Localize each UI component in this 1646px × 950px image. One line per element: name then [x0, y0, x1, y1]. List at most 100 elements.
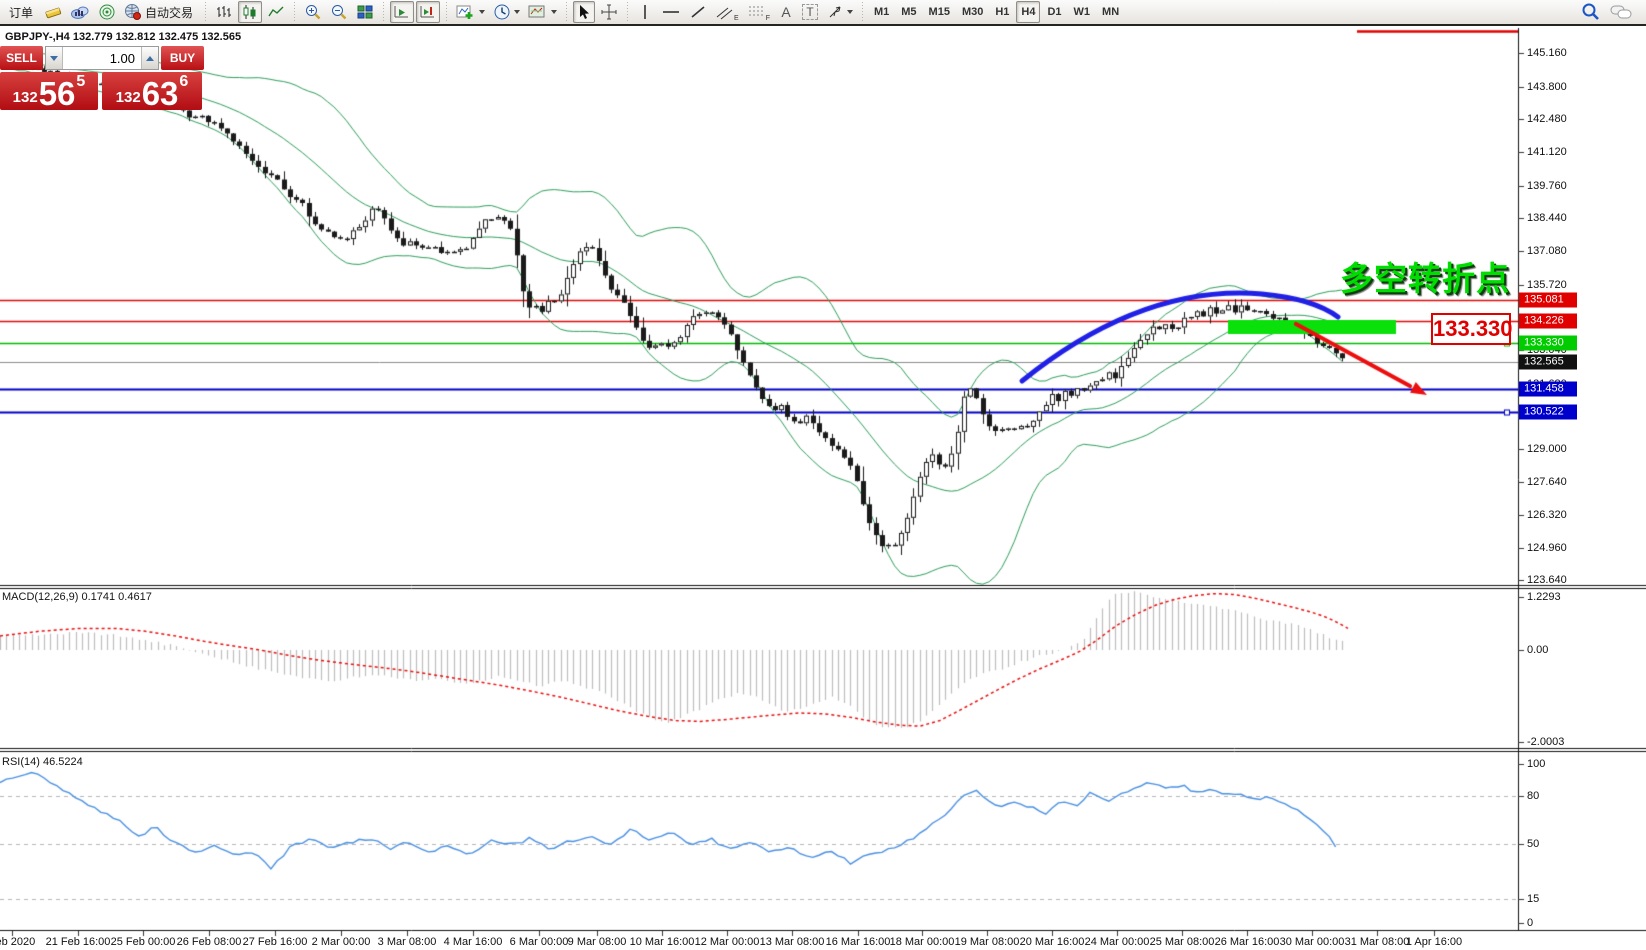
indicators-button[interactable] — [453, 1, 488, 23]
volume-increase-button[interactable] — [141, 47, 158, 69]
dropdown-caret — [479, 10, 485, 14]
channel-tool-button[interactable]: E — [712, 1, 742, 23]
annotation-cn-text[interactable]: 多空转折点 — [1340, 252, 1510, 300]
cursor-tool-button[interactable] — [573, 1, 595, 23]
arrows-tool-button[interactable] — [823, 1, 856, 23]
candle-chart-button[interactable] — [238, 1, 262, 23]
text-tool-button[interactable]: A — [775, 1, 797, 23]
time-tick-label: 21 Feb 16:00 — [46, 936, 111, 948]
timeframe-MN[interactable]: MN — [1097, 1, 1124, 23]
line-chart-button[interactable] — [264, 1, 288, 23]
candlestick-icon — [241, 3, 259, 21]
zoom-out-button[interactable] — [327, 1, 351, 23]
toolbar-grip[interactable] — [860, 2, 865, 22]
auto-scroll-icon — [393, 3, 411, 21]
macd-tick-label: -2.0003 — [1527, 736, 1564, 748]
time-tick-label: 1 Apr 16:00 — [1406, 936, 1462, 948]
globe-icon — [124, 3, 142, 21]
periods-button[interactable] — [490, 1, 523, 23]
label-tool-glyph: T — [802, 4, 817, 20]
timeframe-M15[interactable]: M15 — [924, 1, 955, 23]
template-icon — [528, 3, 548, 21]
macd-tick-label: 0.00 — [1527, 644, 1548, 656]
toolbar-grip[interactable] — [203, 2, 208, 22]
toolbar-grip[interactable] — [444, 2, 449, 22]
chart-shift-button[interactable] — [416, 1, 440, 23]
cloud-icon — [70, 3, 90, 21]
timeframe-M1[interactable]: M1 — [869, 1, 894, 23]
rsi-indicator-label: RSI(14) 46.5224 — [2, 756, 83, 768]
sell-button[interactable]: SELL — [0, 46, 43, 70]
fibonacci-tool-button[interactable]: F — [744, 1, 773, 23]
buy-price-big: 63 — [142, 79, 179, 109]
orders-label: 订单 — [6, 4, 36, 21]
chat-bubbles-icon — [1609, 2, 1633, 22]
toolbar-grip[interactable] — [381, 2, 386, 22]
price-tick-label: 139.760 — [1527, 180, 1567, 192]
price-tick-label: 142.480 — [1527, 113, 1567, 125]
trendline-tool-button[interactable] — [686, 1, 710, 23]
gold-bar-icon — [44, 3, 62, 21]
price-badge: 134.226 — [1519, 314, 1577, 329]
price-tick-label: 124.960 — [1527, 542, 1567, 554]
zoom-in-icon — [304, 3, 322, 21]
symbol-ohlc-readout: GBPJPY-,H4 132.779 132.812 132.475 132.5… — [5, 31, 241, 43]
rsi-tick-label: 0 — [1527, 917, 1533, 929]
autotrade-button[interactable]: 自动交易 — [121, 1, 199, 23]
sell-price[interactable]: 132 56 5 — [0, 72, 98, 110]
buy-price[interactable]: 132 63 6 — [102, 72, 202, 110]
auto-scroll-button[interactable] — [390, 1, 414, 23]
time-tick-label: 24 Mar 00:00 — [1085, 936, 1150, 948]
signals-icon-button[interactable] — [95, 1, 119, 23]
zoom-in-button[interactable] — [301, 1, 325, 23]
price-tick-label: 141.120 — [1527, 146, 1567, 158]
timeframe-D1[interactable]: D1 — [1042, 1, 1066, 23]
macd-tick-label: 1.2293 — [1527, 591, 1561, 603]
volume-decrease-button[interactable] — [46, 47, 63, 69]
price-tick-label: 135.720 — [1527, 279, 1567, 291]
rsi-tick-label: 15 — [1527, 893, 1539, 905]
buy-button[interactable]: BUY — [161, 46, 204, 70]
trendline-icon — [689, 3, 707, 21]
volume-input[interactable] — [63, 47, 141, 69]
timeframe-W1[interactable]: W1 — [1069, 1, 1096, 23]
crosshair-tool-button[interactable] — [597, 1, 621, 23]
tile-windows-button[interactable] — [353, 1, 377, 23]
channel-icon — [715, 4, 733, 20]
price-badge: 131.458 — [1519, 381, 1577, 396]
time-tick-label: 19 Mar 08:00 — [955, 936, 1020, 948]
chat-button[interactable] — [1606, 1, 1636, 23]
new-order-icon[interactable] — [41, 1, 65, 23]
toolbar: 订单 自动交易 — [0, 0, 1646, 26]
search-icon — [1581, 2, 1601, 22]
cloud-chart-icon[interactable] — [67, 1, 93, 23]
toolbar-grip[interactable] — [292, 2, 297, 22]
chart-canvas[interactable] — [0, 0, 1646, 950]
time-tick-label: 4 Mar 16:00 — [444, 936, 503, 948]
mt4-window: 订单 自动交易 — [0, 0, 1646, 950]
time-tick-label: 13 Mar 08:00 — [760, 936, 825, 948]
timeframe-H1[interactable]: H1 — [990, 1, 1014, 23]
price-badge: 135.081 — [1519, 293, 1577, 308]
search-button[interactable] — [1578, 1, 1604, 23]
radar-icon — [98, 3, 116, 21]
label-tool-button[interactable]: T — [799, 1, 821, 23]
timeframe-M30[interactable]: M30 — [957, 1, 988, 23]
time-tick-label: 27 Feb 16:00 — [243, 936, 308, 948]
timeframe-M5[interactable]: M5 — [896, 1, 921, 23]
cursor-icon — [576, 4, 592, 21]
vertical-line-icon — [638, 3, 652, 21]
annotation-price-tag[interactable]: 133.330 — [1431, 313, 1511, 345]
templates-button[interactable] — [525, 1, 560, 23]
hline-tool-button[interactable] — [658, 1, 684, 23]
bar-chart-button[interactable] — [212, 1, 236, 23]
toolbar-grip[interactable] — [564, 2, 569, 22]
indicators-icon — [456, 3, 476, 21]
zoom-out-icon — [330, 3, 348, 21]
price-tick-label: 137.080 — [1527, 245, 1567, 257]
vline-tool-button[interactable] — [634, 1, 656, 23]
toolbar-grip[interactable] — [625, 2, 630, 22]
orders-button[interactable]: 订单 — [3, 1, 39, 23]
volume-stepper — [45, 46, 159, 70]
timeframe-H4[interactable]: H4 — [1016, 1, 1040, 23]
